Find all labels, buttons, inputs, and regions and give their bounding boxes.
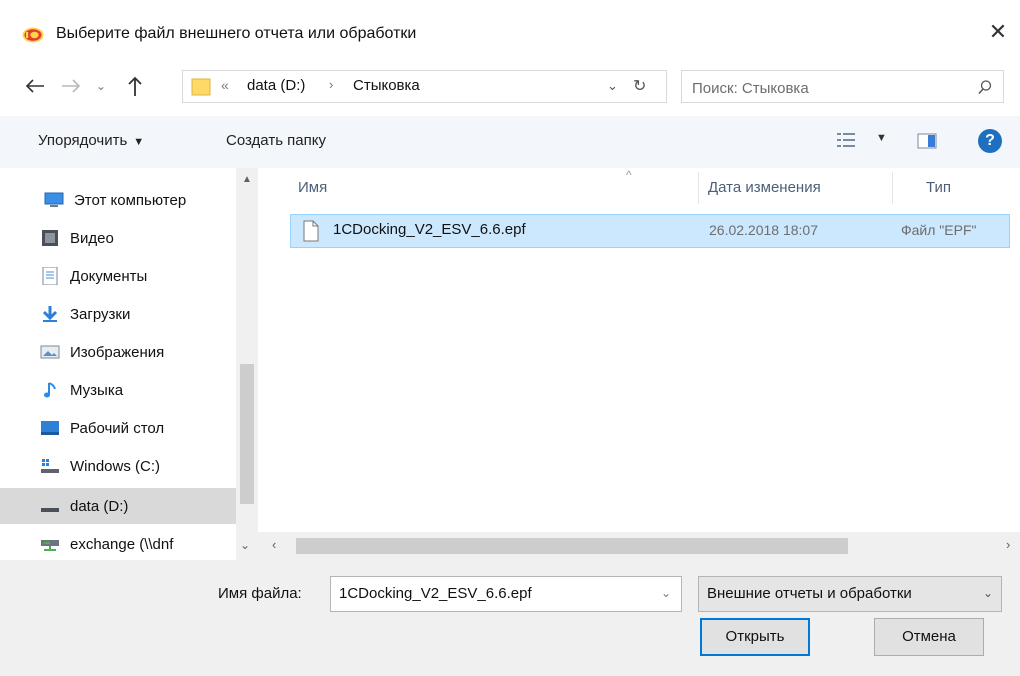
breadcrumb-data-drive[interactable]: data (D:): [247, 77, 305, 94]
chevron-down-icon[interactable]: ⌄: [661, 586, 671, 600]
column-divider[interactable]: [892, 172, 893, 204]
overflow-chevron[interactable]: «: [221, 77, 229, 93]
nav-item-label: exchange (\\dnf: [70, 535, 174, 553]
nav-item-label: data (D:): [70, 497, 129, 515]
file-name-label: Имя файла:: [218, 585, 302, 602]
cancel-button[interactable]: Отмена: [874, 618, 984, 656]
close-icon: ✕: [988, 19, 1008, 44]
file-type-filter[interactable]: Внешние отчеты и обработки ⌄: [698, 576, 1002, 612]
help-icon[interactable]: ?: [978, 129, 1002, 153]
nav-item-label: Загрузки: [70, 305, 131, 323]
nav-item-network-drive[interactable]: exchange (\\dnf: [40, 526, 240, 560]
nav-item-this-pc[interactable]: Этот компьютер: [44, 182, 244, 218]
nav-item-label: Видео: [70, 229, 114, 247]
file-name-input[interactable]: [337, 584, 641, 603]
nav-item-music[interactable]: Музыка: [40, 372, 240, 408]
search-input[interactable]: [690, 77, 954, 99]
organize-button[interactable]: Упорядочить ▼: [38, 132, 144, 149]
column-header-name[interactable]: Имя: [298, 168, 327, 208]
file-open-dialog: Выберите файл внешнего отчета или обрабо…: [0, 0, 1020, 676]
dialog-footer: Имя файла: ⌄ Внешние отчеты и обработки …: [0, 560, 1020, 676]
dialog-title: Выберите файл внешнего отчета или обрабо…: [56, 25, 417, 42]
file-type-filter-value: Внешние отчеты и обработки: [707, 585, 912, 602]
1c-logo-icon: [22, 27, 44, 43]
chevron-down-icon: ⌄: [982, 586, 993, 600]
nav-item-label: Windows (C:): [70, 457, 161, 475]
column-divider[interactable]: [698, 172, 699, 204]
open-button[interactable]: Открыть: [700, 618, 810, 656]
desktop-icon: [41, 421, 59, 435]
breadcrumb-separator-icon[interactable]: ›: [329, 77, 333, 92]
preview-pane-icon[interactable]: [917, 133, 937, 149]
downloads-icon: [42, 306, 58, 322]
scroll-up-icon[interactable]: ▲: [242, 174, 252, 185]
new-folder-button[interactable]: Создать папку: [226, 132, 326, 149]
scrollbar-thumb[interactable]: [296, 538, 848, 554]
title-bar[interactable]: Выберите файл внешнего отчета или обрабо…: [0, 0, 1020, 60]
scroll-right-icon[interactable]: ›: [1006, 537, 1010, 552]
windows-drive-icon: [41, 459, 59, 473]
computer-icon: [44, 192, 64, 207]
file-name: 1CDocking_V2_ESV_6.6.epf: [333, 221, 526, 238]
sort-ascending-icon: ^: [626, 168, 632, 182]
file-list-horizontal-scrollbar[interactable]: ‹ ›: [258, 532, 1020, 560]
music-icon: [44, 382, 56, 398]
back-arrow-icon[interactable]: [22, 72, 48, 100]
close-button[interactable]: ✕: [980, 14, 1016, 50]
file-name-combobox[interactable]: ⌄: [330, 576, 682, 612]
recent-locations-chevron-icon[interactable]: ⌄: [92, 74, 110, 98]
column-header-type[interactable]: Тип: [926, 168, 951, 208]
nav-item-label: Документы: [70, 267, 148, 285]
file-type: Файл "EPF": [901, 222, 977, 238]
nav-item-label: Рабочий стол: [70, 419, 165, 437]
nav-item-data-drive[interactable]: data (D:): [0, 488, 236, 524]
scroll-down-icon[interactable]: ⌄: [240, 538, 250, 552]
scrollbar-thumb[interactable]: [240, 364, 254, 504]
network-drive-icon: [41, 540, 59, 551]
nav-item-desktop[interactable]: Рабочий стол: [40, 410, 240, 446]
caret-down-icon: ▼: [133, 136, 145, 148]
column-header-date[interactable]: Дата изменения: [708, 168, 821, 208]
nav-pane-scrollbar[interactable]: ▲ ⌄: [236, 168, 258, 560]
nav-item-windows-drive[interactable]: Windows (C:): [40, 448, 240, 484]
up-arrow-icon[interactable]: [122, 72, 148, 100]
refresh-icon[interactable]: ↻: [633, 76, 646, 96]
nav-item-video[interactable]: Видео: [40, 220, 240, 256]
file-list: ^ Имя Дата изменения Тип 1CDocking_V2_ES…: [258, 168, 1020, 560]
documents-icon: [42, 267, 58, 285]
video-icon: [42, 230, 58, 246]
search-box[interactable]: [681, 70, 1004, 103]
navigation-pane: Этот компьютер Видео Документы Загрузки …: [0, 168, 258, 560]
scroll-left-icon[interactable]: ‹: [272, 537, 276, 552]
nav-item-label: Этот компьютер: [74, 191, 187, 209]
nav-item-downloads[interactable]: Загрузки: [40, 296, 240, 332]
drive-icon: [41, 508, 59, 512]
nav-item-label: Музыка: [70, 381, 124, 399]
file-row[interactable]: 1CDocking_V2_ESV_6.6.epf 26.02.2018 18:0…: [290, 214, 1010, 248]
pictures-icon: [40, 345, 60, 359]
command-toolbar: Упорядочить ▼ Создать папку ▼ ?: [0, 116, 1020, 168]
view-options-icon[interactable]: [836, 131, 856, 149]
view-options-caret-icon[interactable]: ▼: [876, 132, 887, 144]
nav-item-documents[interactable]: Документы: [40, 258, 240, 294]
breadcrumb-current-folder[interactable]: Стыковка: [353, 77, 420, 94]
forward-arrow-icon[interactable]: [58, 72, 84, 100]
navigation-bar: ⌄ « data (D:) › Стыковка ⌄ ↻: [0, 66, 1020, 108]
address-bar[interactable]: « data (D:) › Стыковка ⌄ ↻: [182, 70, 667, 103]
nav-item-pictures[interactable]: Изображения: [40, 334, 240, 370]
file-icon: [303, 220, 319, 242]
folder-icon: [191, 78, 211, 96]
organize-label: Упорядочить: [38, 132, 128, 149]
nav-item-label: Изображения: [70, 343, 165, 361]
address-dropdown-icon[interactable]: ⌄: [607, 78, 618, 94]
file-date: 26.02.2018 18:07: [709, 222, 818, 238]
search-icon[interactable]: [977, 79, 993, 95]
